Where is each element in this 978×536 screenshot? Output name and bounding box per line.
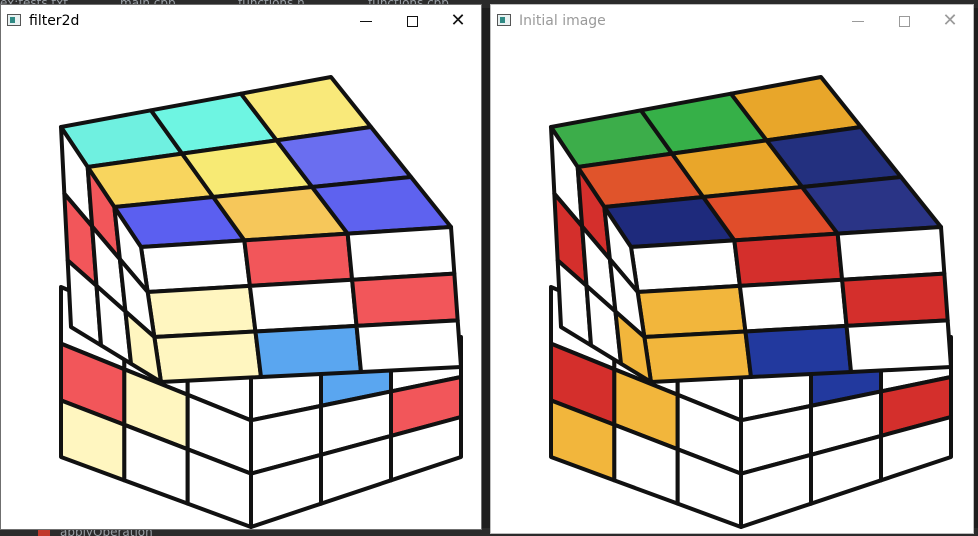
- front-face-sticker: [835, 225, 947, 282]
- minimize-button[interactable]: [835, 5, 881, 37]
- window-title: Initial image: [519, 13, 606, 29]
- close-button[interactable]: ✕: [927, 5, 973, 37]
- front-face-sticker: [345, 225, 457, 282]
- front-face-sticker: [635, 283, 748, 339]
- front-face-sticker: [642, 329, 753, 384]
- cube-image: [59, 75, 463, 529]
- maximize-button[interactable]: [881, 5, 927, 37]
- close-icon: ✕: [942, 10, 958, 31]
- image-canvas[interactable]: [491, 37, 973, 533]
- window-title: filter2d: [29, 13, 80, 29]
- app-icon: [7, 14, 21, 26]
- front-face-sticker: [737, 277, 849, 334]
- front-face-sticker: [152, 329, 263, 384]
- front-face-sticker: [840, 271, 950, 328]
- title-bar[interactable]: filter2d ✕: [1, 5, 481, 37]
- front-face-sticker: [732, 231, 845, 288]
- close-icon: ✕: [450, 10, 466, 31]
- minimize-icon: [360, 20, 372, 22]
- maximize-icon: [406, 15, 418, 27]
- image-canvas[interactable]: [1, 37, 481, 529]
- front-face-sticker: [629, 238, 742, 294]
- window-initial-image[interactable]: Initial image ✕: [490, 4, 974, 534]
- app-icon: [497, 14, 511, 26]
- close-button[interactable]: ✕: [435, 5, 481, 37]
- maximize-icon: [898, 15, 910, 27]
- front-face-sticker: [253, 323, 363, 379]
- front-face-sticker: [743, 323, 853, 379]
- minimize-button[interactable]: [343, 5, 389, 37]
- cube-image: [549, 75, 953, 529]
- maximize-button[interactable]: [389, 5, 435, 37]
- title-bar[interactable]: Initial image ✕: [491, 5, 973, 37]
- front-face-sticker: [350, 271, 460, 328]
- front-face-sticker: [247, 277, 359, 334]
- front-face-sticker: [145, 283, 258, 339]
- front-face-sticker: [139, 238, 252, 294]
- front-face-sticker: [242, 231, 355, 288]
- window-filter2d[interactable]: filter2d ✕: [0, 4, 482, 530]
- front-face-sticker: [354, 318, 463, 374]
- minimize-icon: [852, 20, 864, 22]
- front-face-sticker: [844, 318, 953, 374]
